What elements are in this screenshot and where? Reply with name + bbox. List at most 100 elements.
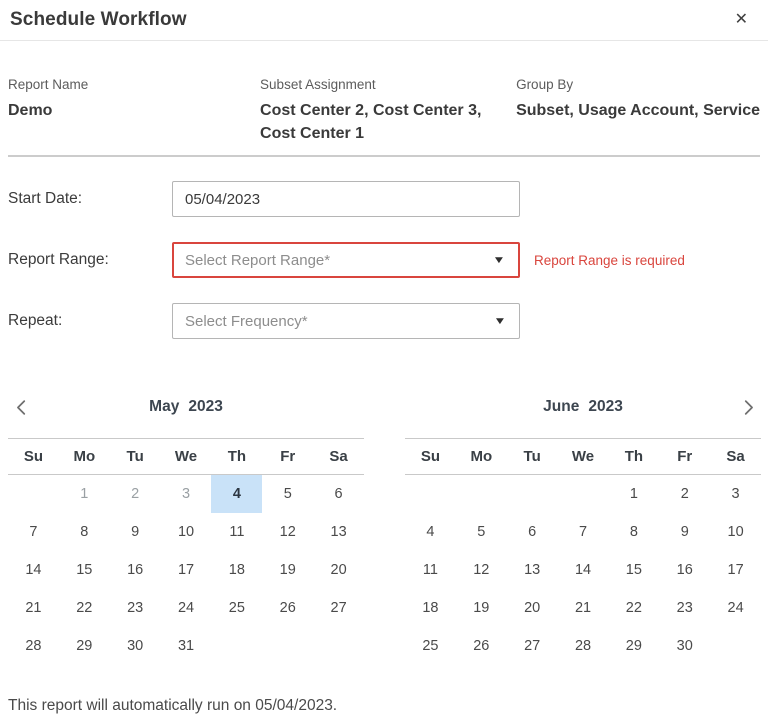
calendar-day[interactable]: 20	[313, 551, 364, 589]
weekday-label: Tu	[110, 448, 161, 465]
calendar-day[interactable]: 22	[608, 589, 659, 627]
calendar-day[interactable]: 26	[456, 627, 507, 665]
calendar-day[interactable]: 14	[8, 551, 59, 589]
calendar-day[interactable]: 8	[59, 513, 110, 551]
calendar-may: May2023 SuMoTuWeThFrSa 12345678910111213…	[8, 392, 364, 665]
calendar-day[interactable]: 26	[262, 589, 313, 627]
calendar-week-row: 45678910	[405, 513, 761, 551]
report-range-label: Report Range:	[8, 251, 172, 269]
calendar-day[interactable]: 11	[405, 551, 456, 589]
calendar-day[interactable]: 1	[59, 475, 110, 513]
calendar-day[interactable]: 10	[710, 513, 761, 551]
calendar-may-title: May 2023	[34, 398, 338, 416]
calendar-day[interactable]: 23	[659, 589, 710, 627]
calendar-day[interactable]: 5	[262, 475, 313, 513]
calendar-day[interactable]: 23	[110, 589, 161, 627]
calendar-day[interactable]: 1	[608, 475, 659, 513]
close-icon[interactable]: ✕	[733, 10, 750, 30]
dialog-header: Schedule Workflow ✕	[0, 0, 768, 41]
calendar-day[interactable]: 28	[8, 627, 59, 665]
calendar-day[interactable]: 25	[405, 627, 456, 665]
schedule-workflow-dialog: Schedule Workflow ✕ Report Name Demo Sub…	[0, 0, 768, 715]
calendar-day[interactable]: 30	[110, 627, 161, 665]
calendar-day[interactable]: 14	[558, 551, 609, 589]
calendar-day[interactable]: 19	[262, 551, 313, 589]
weekday-label: Mo	[59, 448, 110, 465]
calendar-day[interactable]: 16	[659, 551, 710, 589]
calendar-day[interactable]: 17	[161, 551, 212, 589]
calendar-day[interactable]: 11	[211, 513, 262, 551]
calendar-day[interactable]: 10	[161, 513, 212, 551]
calendar-day[interactable]: 21	[558, 589, 609, 627]
report-range-placeholder: Select Report Range*	[185, 252, 330, 269]
calendar-day[interactable]: 13	[313, 513, 364, 551]
calendar-day[interactable]: 9	[110, 513, 161, 551]
month-label: May	[149, 398, 179, 415]
calendar-day[interactable]: 24	[161, 589, 212, 627]
calendar-day[interactable]: 8	[608, 513, 659, 551]
calendar-day[interactable]: 4	[211, 475, 262, 513]
calendar-day[interactable]: 29	[59, 627, 110, 665]
calendar-day[interactable]: 25	[211, 589, 262, 627]
calendar-day[interactable]: 5	[456, 513, 507, 551]
calendar-day[interactable]: 15	[59, 551, 110, 589]
calendar-june-grid: 1234567891011121314151617181920212223242…	[405, 475, 761, 665]
report-range-select[interactable]: Select Report Range* ▼	[172, 242, 520, 278]
weekday-label: We	[161, 448, 212, 465]
calendar-day[interactable]: 7	[8, 513, 59, 551]
calendar-day[interactable]: 22	[59, 589, 110, 627]
calendar-day[interactable]: 28	[558, 627, 609, 665]
chevron-left-icon[interactable]	[8, 394, 34, 420]
calendar-week-row: 252627282930	[405, 627, 761, 665]
start-date-input[interactable]	[172, 181, 520, 217]
weekday-label: Su	[405, 448, 456, 465]
calendar-day[interactable]: 7	[558, 513, 609, 551]
calendar-day-empty	[8, 475, 59, 513]
calendar-day[interactable]: 19	[456, 589, 507, 627]
report-name-value: Demo	[8, 99, 260, 122]
calendar-day[interactable]: 18	[211, 551, 262, 589]
calendar-day[interactable]: 31	[161, 627, 212, 665]
calendar-day[interactable]: 6	[507, 513, 558, 551]
calendar-week-row: 14151617181920	[8, 551, 364, 589]
calendar-day[interactable]: 6	[313, 475, 364, 513]
calendar-day[interactable]: 2	[110, 475, 161, 513]
calendar-day[interactable]: 27	[313, 589, 364, 627]
calendar-week-row: 18192021222324	[405, 589, 761, 627]
summary-subset-assignment: Subset Assignment Cost Center 2, Cost Ce…	[260, 77, 516, 145]
calendar-day[interactable]: 29	[608, 627, 659, 665]
calendar-day[interactable]: 21	[8, 589, 59, 627]
weekday-label: Sa	[313, 448, 364, 465]
calendar-day[interactable]: 30	[659, 627, 710, 665]
calendar-week-row: 28293031	[8, 627, 364, 665]
calendar-day[interactable]: 18	[405, 589, 456, 627]
calendar-day[interactable]: 27	[507, 627, 558, 665]
repeat-select[interactable]: Select Frequency* ▼	[172, 303, 520, 339]
chevron-right-icon[interactable]	[735, 394, 761, 420]
weekday-label: Th	[608, 448, 659, 465]
calendar-week-row: 21222324252627	[8, 589, 364, 627]
year-label: 2023	[188, 398, 222, 415]
calendar-week-row: 123	[405, 475, 761, 513]
calendar-day[interactable]: 12	[456, 551, 507, 589]
page-title: Schedule Workflow	[10, 9, 187, 31]
auto-run-note: This report will automatically run on 05…	[0, 665, 768, 715]
calendar-day[interactable]: 12	[262, 513, 313, 551]
calendar-day[interactable]: 20	[507, 589, 558, 627]
month-label: June	[543, 398, 579, 415]
calendar-day[interactable]: 3	[161, 475, 212, 513]
calendar-week-row: 11121314151617	[405, 551, 761, 589]
calendar-day[interactable]: 13	[507, 551, 558, 589]
calendar-day-empty	[558, 475, 609, 513]
calendar-day[interactable]: 3	[710, 475, 761, 513]
subset-assignment-label: Subset Assignment	[260, 77, 516, 92]
calendar-day[interactable]: 24	[710, 589, 761, 627]
calendar-day[interactable]: 4	[405, 513, 456, 551]
calendar-day[interactable]: 9	[659, 513, 710, 551]
calendar-day[interactable]: 16	[110, 551, 161, 589]
schedule-form: Start Date: Report Range: Select Report …	[0, 157, 768, 339]
calendar-day[interactable]: 2	[659, 475, 710, 513]
calendar-day[interactable]: 17	[710, 551, 761, 589]
group-by-label: Group By	[516, 77, 760, 92]
calendar-day[interactable]: 15	[608, 551, 659, 589]
